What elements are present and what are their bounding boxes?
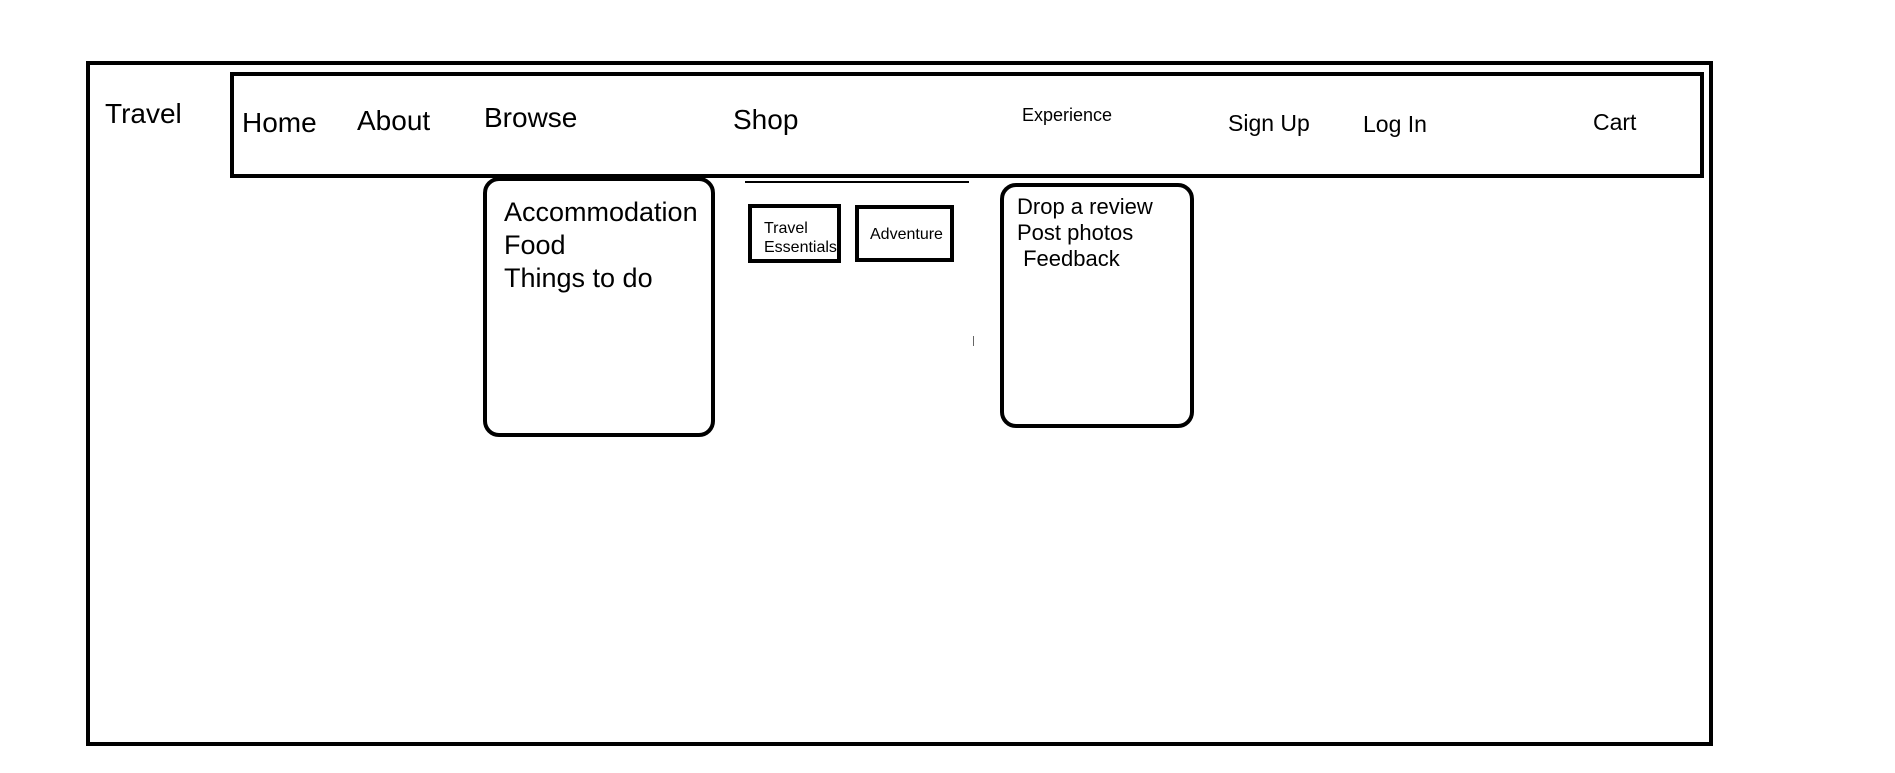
travel-essentials-line-2: Essentials xyxy=(764,239,837,256)
nav-experience[interactable]: Experience xyxy=(1022,106,1112,124)
nav-sign-up[interactable]: Sign Up xyxy=(1228,112,1310,135)
travel-essentials-line-1: Travel xyxy=(764,220,808,237)
shop-dropdown-edge xyxy=(745,181,969,183)
stray-mark xyxy=(973,336,974,346)
nav-home[interactable]: Home xyxy=(242,109,317,137)
nav-log-in[interactable]: Log In xyxy=(1363,113,1427,136)
browse-item-accommodation[interactable]: Accommodation xyxy=(504,196,711,229)
experience-dropdown: Drop a review Post photos Feedback xyxy=(1000,183,1194,428)
site-logo[interactable]: Travel xyxy=(105,98,182,130)
browse-dropdown: Accommodation Food Things to do xyxy=(483,177,715,437)
nav-browse[interactable]: Browse xyxy=(484,104,577,132)
nav-shop[interactable]: Shop xyxy=(733,106,798,134)
shop-item-travel-essentials[interactable]: Travel Essentials xyxy=(748,204,841,263)
main-navbar xyxy=(230,72,1704,178)
experience-item-post-photos[interactable]: Post photos xyxy=(1017,220,1190,246)
experience-item-drop-review[interactable]: Drop a review xyxy=(1017,194,1190,220)
experience-item-feedback[interactable]: Feedback xyxy=(1017,246,1190,272)
browse-item-food[interactable]: Food xyxy=(504,229,711,262)
nav-about[interactable]: About xyxy=(357,107,430,135)
nav-cart[interactable]: Cart xyxy=(1593,111,1636,134)
shop-item-adventure[interactable]: Adventure xyxy=(855,205,954,262)
browse-item-things-to-do[interactable]: Things to do xyxy=(504,262,711,295)
